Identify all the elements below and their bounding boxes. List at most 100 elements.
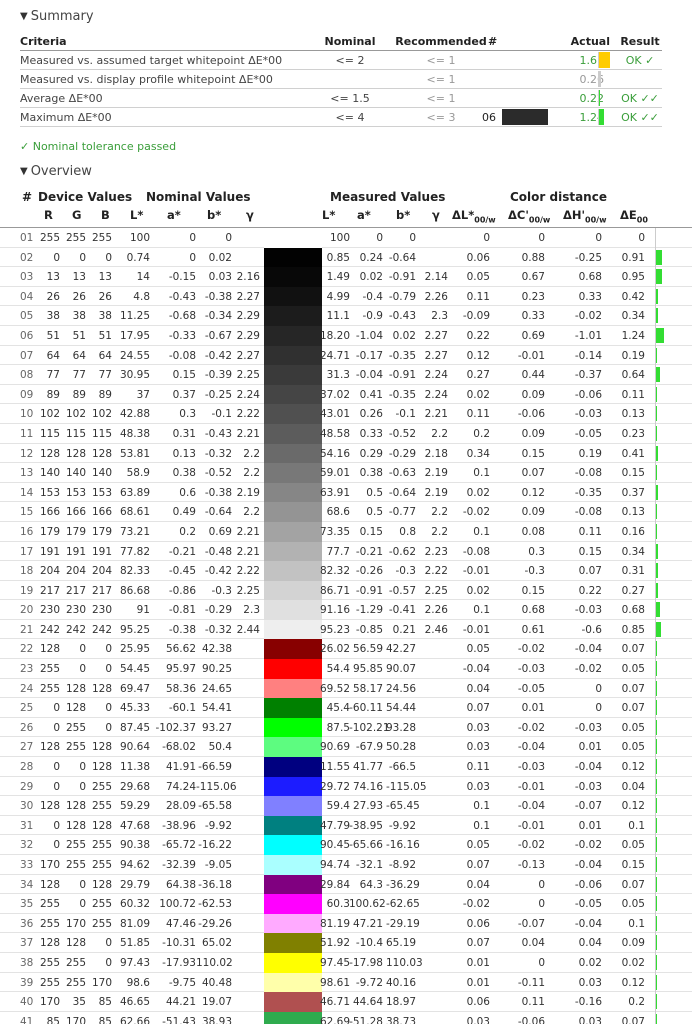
nominal-a: 56.62 xyxy=(165,643,196,656)
nominal-b: -29.26 xyxy=(198,917,232,930)
measured-a: 56.59 xyxy=(352,643,383,656)
delta-l: 0 xyxy=(483,232,490,244)
measured-b: -0.29 xyxy=(388,447,416,460)
delta-c: 0.15 xyxy=(521,447,545,460)
measured-a: -0.17 xyxy=(355,349,383,362)
table-row: 40 170 35 85 46.65 44.21 19.07 46.71 44.64 18.97 0… xyxy=(0,992,692,1012)
nominal-value: <= 4 xyxy=(335,111,365,124)
delta-l: 0.12 xyxy=(466,349,490,362)
measured-l: 82.32 xyxy=(319,565,350,578)
delta-h: -1.01 xyxy=(574,329,602,342)
actual-meter-bar xyxy=(599,52,610,68)
col-nominal-l: L* xyxy=(130,208,144,222)
row-number: 26 xyxy=(20,721,34,734)
delta-h: -0.25 xyxy=(574,251,602,264)
device-g: 128 xyxy=(65,447,86,460)
nominal-l: 77.82 xyxy=(119,545,150,558)
device-g: 255 xyxy=(65,741,86,754)
device-g: 0 xyxy=(79,898,86,911)
device-g: 64 xyxy=(72,349,86,362)
row-number: 31 xyxy=(20,819,34,832)
overview-section-toggle[interactable]: ▼ Overview xyxy=(20,164,92,179)
nominal-a: -10.31 xyxy=(162,937,196,950)
measured-b: -0.43 xyxy=(388,310,416,323)
measured-a: -0.21 xyxy=(355,545,383,558)
nominal-a: 100.72 xyxy=(159,898,196,911)
delta-h: 0.19 xyxy=(578,447,602,460)
overview-table: 01 255 255 255 100 0 0 100 0 0 0 0 0 0 02 0 0 0 0.74 0 0.02 0… xyxy=(0,228,692,1024)
delta-e-meter-bar xyxy=(656,896,657,912)
delta-e-meter-bar xyxy=(656,994,657,1010)
device-r: 128 xyxy=(39,878,60,891)
measured-b: 42.27 xyxy=(386,643,417,656)
delta-l: -0.01 xyxy=(462,565,490,578)
measured-l: 26.02 xyxy=(319,643,350,656)
measured-b: -65.45 xyxy=(386,800,420,813)
table-row: 10 102 102 102 42.88 0.3 -0.1 2.22 43.01 0.26 -0.1… xyxy=(0,404,692,424)
recommended-header: Recommended xyxy=(395,35,487,48)
delta-h: 0.22 xyxy=(578,584,602,597)
measured-l: 87.5 xyxy=(326,721,350,734)
device-b: 153 xyxy=(91,486,112,499)
delta-e: 0.02 xyxy=(621,956,645,969)
delta-h: -0.02 xyxy=(574,310,602,323)
nominal-gamma: 2.25 xyxy=(236,584,260,597)
device-b: 0 xyxy=(105,663,112,676)
device-g: 0 xyxy=(79,663,86,676)
delta-e-meter-bar xyxy=(656,288,658,304)
nominal-b: -0.1 xyxy=(211,408,233,421)
measured-gamma: 2.18 xyxy=(424,447,448,460)
delta-e: 0.05 xyxy=(621,898,645,911)
delta-l: 0.03 xyxy=(466,780,490,793)
delta-l: 0.05 xyxy=(466,271,490,284)
table-row: 13 140 140 140 58.9 0.38 -0.52 2.2 59.01 0.38 -0.6… xyxy=(0,463,692,483)
measured-a: -0.26 xyxy=(355,565,383,578)
row-number: 29 xyxy=(20,780,34,793)
delta-e: 0.12 xyxy=(621,761,645,774)
nominal-gamma: 2.29 xyxy=(236,329,260,342)
delta-c: 0 xyxy=(538,898,545,911)
measured-gamma: 2.26 xyxy=(424,290,448,303)
device-r: 0 xyxy=(53,780,60,793)
row-number: 03 xyxy=(20,271,34,284)
nominal-a: 47.46 xyxy=(165,917,196,930)
summary-section-toggle[interactable]: ▼ Summary xyxy=(20,9,94,24)
device-b: 255 xyxy=(91,800,112,813)
table-row: 05 38 38 38 11.25 -0.68 -0.34 2.29 11.1 -0.9 -0.43… xyxy=(0,306,692,326)
device-r: 170 xyxy=(39,996,60,1009)
delta-e: 0.07 xyxy=(621,878,645,891)
nominal-a: 0.2 xyxy=(179,525,196,538)
delta-e: 0.05 xyxy=(621,663,645,676)
delta-c: 0 xyxy=(538,878,545,891)
color-distance-header: Color distance xyxy=(510,190,607,204)
measured-b: 0.8 xyxy=(399,525,416,538)
row-number: 33 xyxy=(20,859,34,871)
delta-l: -0.09 xyxy=(462,310,490,323)
recommended-value: <= 3 xyxy=(426,111,456,124)
measured-b: -0.1 xyxy=(395,408,417,421)
device-r: 217 xyxy=(39,584,60,597)
table-row: 29 0 0 255 29.68 74.24 -115.06 29.72 74.16 -115.0… xyxy=(0,776,692,797)
delta-h: -0.35 xyxy=(574,486,602,499)
col-delta-e: ΔE00 xyxy=(620,208,648,224)
measured-l: 90.45 xyxy=(319,839,350,852)
delta-e: 0.07 xyxy=(621,1015,645,1024)
delta-l: 0.11 xyxy=(466,290,490,303)
summary-table: Criteria Nominal Recommended # Actual Re… xyxy=(20,34,662,127)
delta-h: 0.15 xyxy=(578,545,602,558)
delta-l: 0.04 xyxy=(466,878,490,891)
measured-l: 98.61 xyxy=(319,976,350,989)
row-number: 16 xyxy=(20,525,34,538)
delta-e: 0.68 xyxy=(621,604,645,617)
nominal-l: 11.38 xyxy=(119,761,150,774)
nominal-l: 51.85 xyxy=(119,937,150,950)
delta-c: 0.11 xyxy=(521,996,545,1009)
nominal-a: -65.72 xyxy=(162,839,196,852)
measured-gamma: 2.2 xyxy=(431,506,448,519)
device-g: 255 xyxy=(65,859,86,871)
delta-c: 0.23 xyxy=(521,290,545,303)
delta-e: 0.64 xyxy=(621,369,645,382)
measured-l: 11.1 xyxy=(326,310,350,323)
nominal-l: 95.25 xyxy=(119,623,150,636)
col-delta-l-label: ΔL* xyxy=(452,208,475,222)
